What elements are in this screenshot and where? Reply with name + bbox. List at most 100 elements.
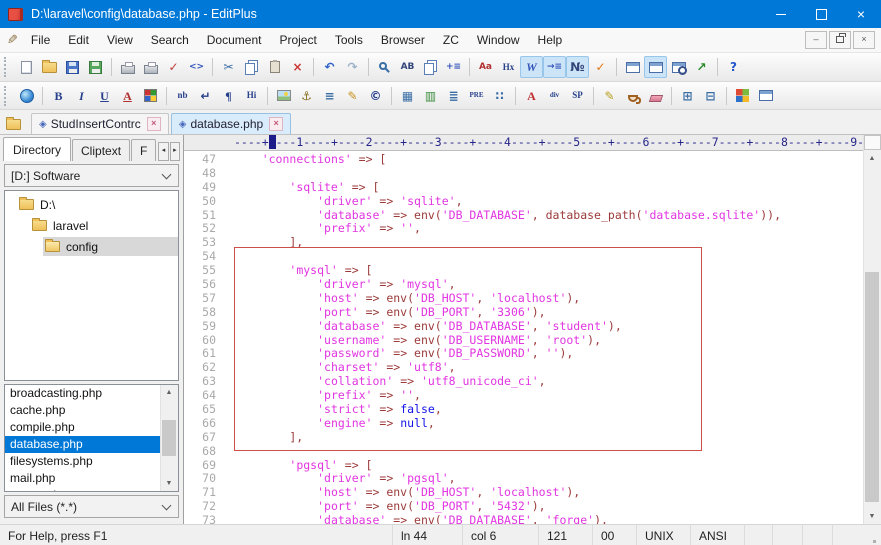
html-tags-icon[interactable]: <> bbox=[185, 56, 208, 78]
menu-item-project[interactable]: Project bbox=[270, 29, 325, 51]
toggle-case-icon[interactable]: Aa bbox=[474, 56, 497, 78]
list-icon[interactable]: ∷ bbox=[488, 85, 511, 107]
code-line[interactable]: 62 'charset' => 'utf8', bbox=[184, 361, 864, 375]
code-line[interactable]: 65 'strict' => false, bbox=[184, 403, 864, 417]
save-all-icon[interactable] bbox=[84, 56, 107, 78]
code-line[interactable]: 58 'port' => env('DB_PORT', '3306'), bbox=[184, 306, 864, 320]
find-icon[interactable] bbox=[373, 56, 396, 78]
file-item-broadcasting-php[interactable]: broadcasting.php bbox=[5, 385, 161, 402]
replace-icon[interactable]: AB bbox=[396, 56, 419, 78]
copy-icon[interactable] bbox=[240, 56, 263, 78]
close-button[interactable]: × bbox=[841, 0, 881, 28]
doc-restore-button[interactable] bbox=[829, 31, 851, 49]
delete-icon[interactable]: × bbox=[286, 56, 309, 78]
align-center-icon[interactable]: ≡ bbox=[318, 85, 341, 107]
menu-item-help[interactable]: Help bbox=[529, 29, 572, 51]
tab-folder-icon[interactable] bbox=[6, 119, 21, 130]
file-item-filesystems-php[interactable]: filesystems.php bbox=[5, 453, 161, 470]
form-icon[interactable]: ⊞ bbox=[676, 85, 699, 107]
code-line[interactable]: 47 'connections' => [ bbox=[184, 153, 864, 167]
pre-icon[interactable]: PRE bbox=[465, 85, 488, 107]
undo-icon[interactable]: ↶ bbox=[318, 56, 341, 78]
menu-item-browser[interactable]: Browser bbox=[372, 29, 434, 51]
syntax-check-icon[interactable]: ✓ bbox=[589, 56, 612, 78]
file-item-compile-php[interactable]: compile.php bbox=[5, 419, 161, 436]
code-line[interactable]: 72 'port' => env('DB_PORT', '5432'), bbox=[184, 500, 864, 514]
code-line[interactable]: 52 'prefix' => '', bbox=[184, 222, 864, 236]
code-line[interactable]: 49 'sqlite' => [ bbox=[184, 181, 864, 195]
code-area[interactable]: 47 'connections' => [4849 'sqlite' => [5… bbox=[184, 151, 881, 524]
cut-icon[interactable]: ✂ bbox=[217, 56, 240, 78]
div-icon[interactable]: div bbox=[543, 85, 566, 107]
toolbar-grip[interactable] bbox=[4, 57, 9, 77]
tab-scroll-right-icon[interactable]: ▸ bbox=[170, 142, 180, 161]
tree-item-config[interactable]: config bbox=[5, 236, 178, 257]
file-filter-selector[interactable]: All Files (*.*) bbox=[4, 495, 179, 518]
code-line[interactable]: 60 'username' => env('DB_USERNAME', 'roo… bbox=[184, 334, 864, 348]
code-line[interactable]: 59 'database' => env('DB_DATABASE', 'stu… bbox=[184, 320, 864, 334]
open-file-icon[interactable] bbox=[38, 56, 61, 78]
menu-item-tools[interactable]: Tools bbox=[326, 29, 372, 51]
eraser-icon[interactable] bbox=[644, 85, 667, 107]
code-line[interactable]: 55 'mysql' => [ bbox=[184, 264, 864, 278]
file-item-mail-php[interactable]: mail.php bbox=[5, 470, 161, 487]
script-edit-icon[interactable]: ✎ bbox=[598, 85, 621, 107]
paragraph-icon[interactable]: ¶ bbox=[217, 85, 240, 107]
auto-indent-icon[interactable]: →≡ bbox=[543, 56, 566, 78]
menu-item-search[interactable]: Search bbox=[142, 29, 198, 51]
minimize-button[interactable] bbox=[761, 0, 801, 28]
browser-preview-icon[interactable] bbox=[667, 56, 690, 78]
table-cell-icon[interactable]: ▥ bbox=[419, 85, 442, 107]
context-help-icon[interactable]: ? bbox=[722, 56, 745, 78]
scroll-up-icon[interactable]: ▲ bbox=[864, 151, 880, 166]
code-line[interactable]: 57 'host' => env('DB_HOST', 'localhost')… bbox=[184, 292, 864, 306]
line-numbers-icon[interactable]: № bbox=[566, 56, 589, 78]
code-line[interactable]: 50 'driver' => 'sqlite', bbox=[184, 195, 864, 209]
code-line[interactable]: 51 'database' => env('DB_DATABASE', data… bbox=[184, 209, 864, 223]
document-tabs-icon[interactable] bbox=[644, 56, 667, 78]
file-list-scrollbar[interactable]: ▲ ▼ bbox=[160, 385, 178, 491]
menu-item-window[interactable]: Window bbox=[468, 29, 529, 51]
form-fields-icon[interactable]: ⊟ bbox=[699, 85, 722, 107]
colors-icon[interactable] bbox=[731, 85, 754, 107]
toolbar-grip[interactable] bbox=[4, 86, 9, 106]
redo-icon[interactable]: ↷ bbox=[341, 56, 364, 78]
resize-grip-icon[interactable] bbox=[873, 540, 876, 543]
line-break-icon[interactable]: ↵ bbox=[194, 85, 217, 107]
code-line[interactable]: 48 bbox=[184, 167, 864, 181]
menu-item-file[interactable]: File bbox=[22, 29, 59, 51]
underline-icon[interactable]: U bbox=[93, 85, 116, 107]
spell-check-icon[interactable]: ✓ bbox=[162, 56, 185, 78]
table-icon[interactable]: ▦ bbox=[396, 85, 419, 107]
code-line[interactable]: 67 ], bbox=[184, 431, 864, 445]
nbsp-icon[interactable]: nb bbox=[171, 85, 194, 107]
tab-scroll-left-icon[interactable]: ◂ bbox=[158, 142, 168, 161]
bold-icon[interactable]: B bbox=[47, 85, 70, 107]
close-tab-icon[interactable]: × bbox=[147, 117, 161, 131]
menu-item-zc[interactable]: ZC bbox=[434, 29, 468, 51]
cup-icon[interactable] bbox=[621, 85, 644, 107]
new-file-icon[interactable] bbox=[15, 56, 38, 78]
heading-icon[interactable]: Hi bbox=[240, 85, 263, 107]
anchor-icon[interactable]: ⚓ bbox=[295, 85, 318, 107]
code-line[interactable]: 69 'pgsql' => [ bbox=[184, 459, 864, 473]
goto-line-icon[interactable]: +≡ bbox=[442, 56, 465, 78]
tree-item-laravel[interactable]: laravel bbox=[5, 215, 178, 236]
code-line[interactable]: 73 'database' => env('DB_DATABASE', 'for… bbox=[184, 514, 864, 524]
browser-globe-icon[interactable] bbox=[15, 85, 38, 107]
styled-text-icon[interactable]: A bbox=[520, 85, 543, 107]
code-line[interactable]: 71 'host' => env('DB_HOST', 'localhost')… bbox=[184, 486, 864, 500]
copyright-icon[interactable]: © bbox=[364, 85, 387, 107]
scrollbar-thumb[interactable] bbox=[865, 272, 879, 502]
layout-icon[interactable] bbox=[754, 85, 777, 107]
code-line[interactable]: 64 'prefix' => '', bbox=[184, 389, 864, 403]
doc-tab-studinsertcontrc[interactable]: ◈StudInsertContrc× bbox=[31, 113, 169, 134]
edit-pencil-icon[interactable]: ✎ bbox=[341, 85, 364, 107]
menu-item-document[interactable]: Document bbox=[198, 29, 271, 51]
image-icon[interactable] bbox=[272, 85, 295, 107]
sidebar-tab-directory[interactable]: Directory bbox=[3, 137, 71, 161]
code-line[interactable]: 53 ], bbox=[184, 236, 864, 250]
scrollbar-thumb[interactable] bbox=[162, 420, 176, 456]
file-item-queue-php[interactable]: queue.php bbox=[5, 487, 161, 492]
doc-tab-database-php[interactable]: ◈database.php× bbox=[171, 113, 291, 134]
